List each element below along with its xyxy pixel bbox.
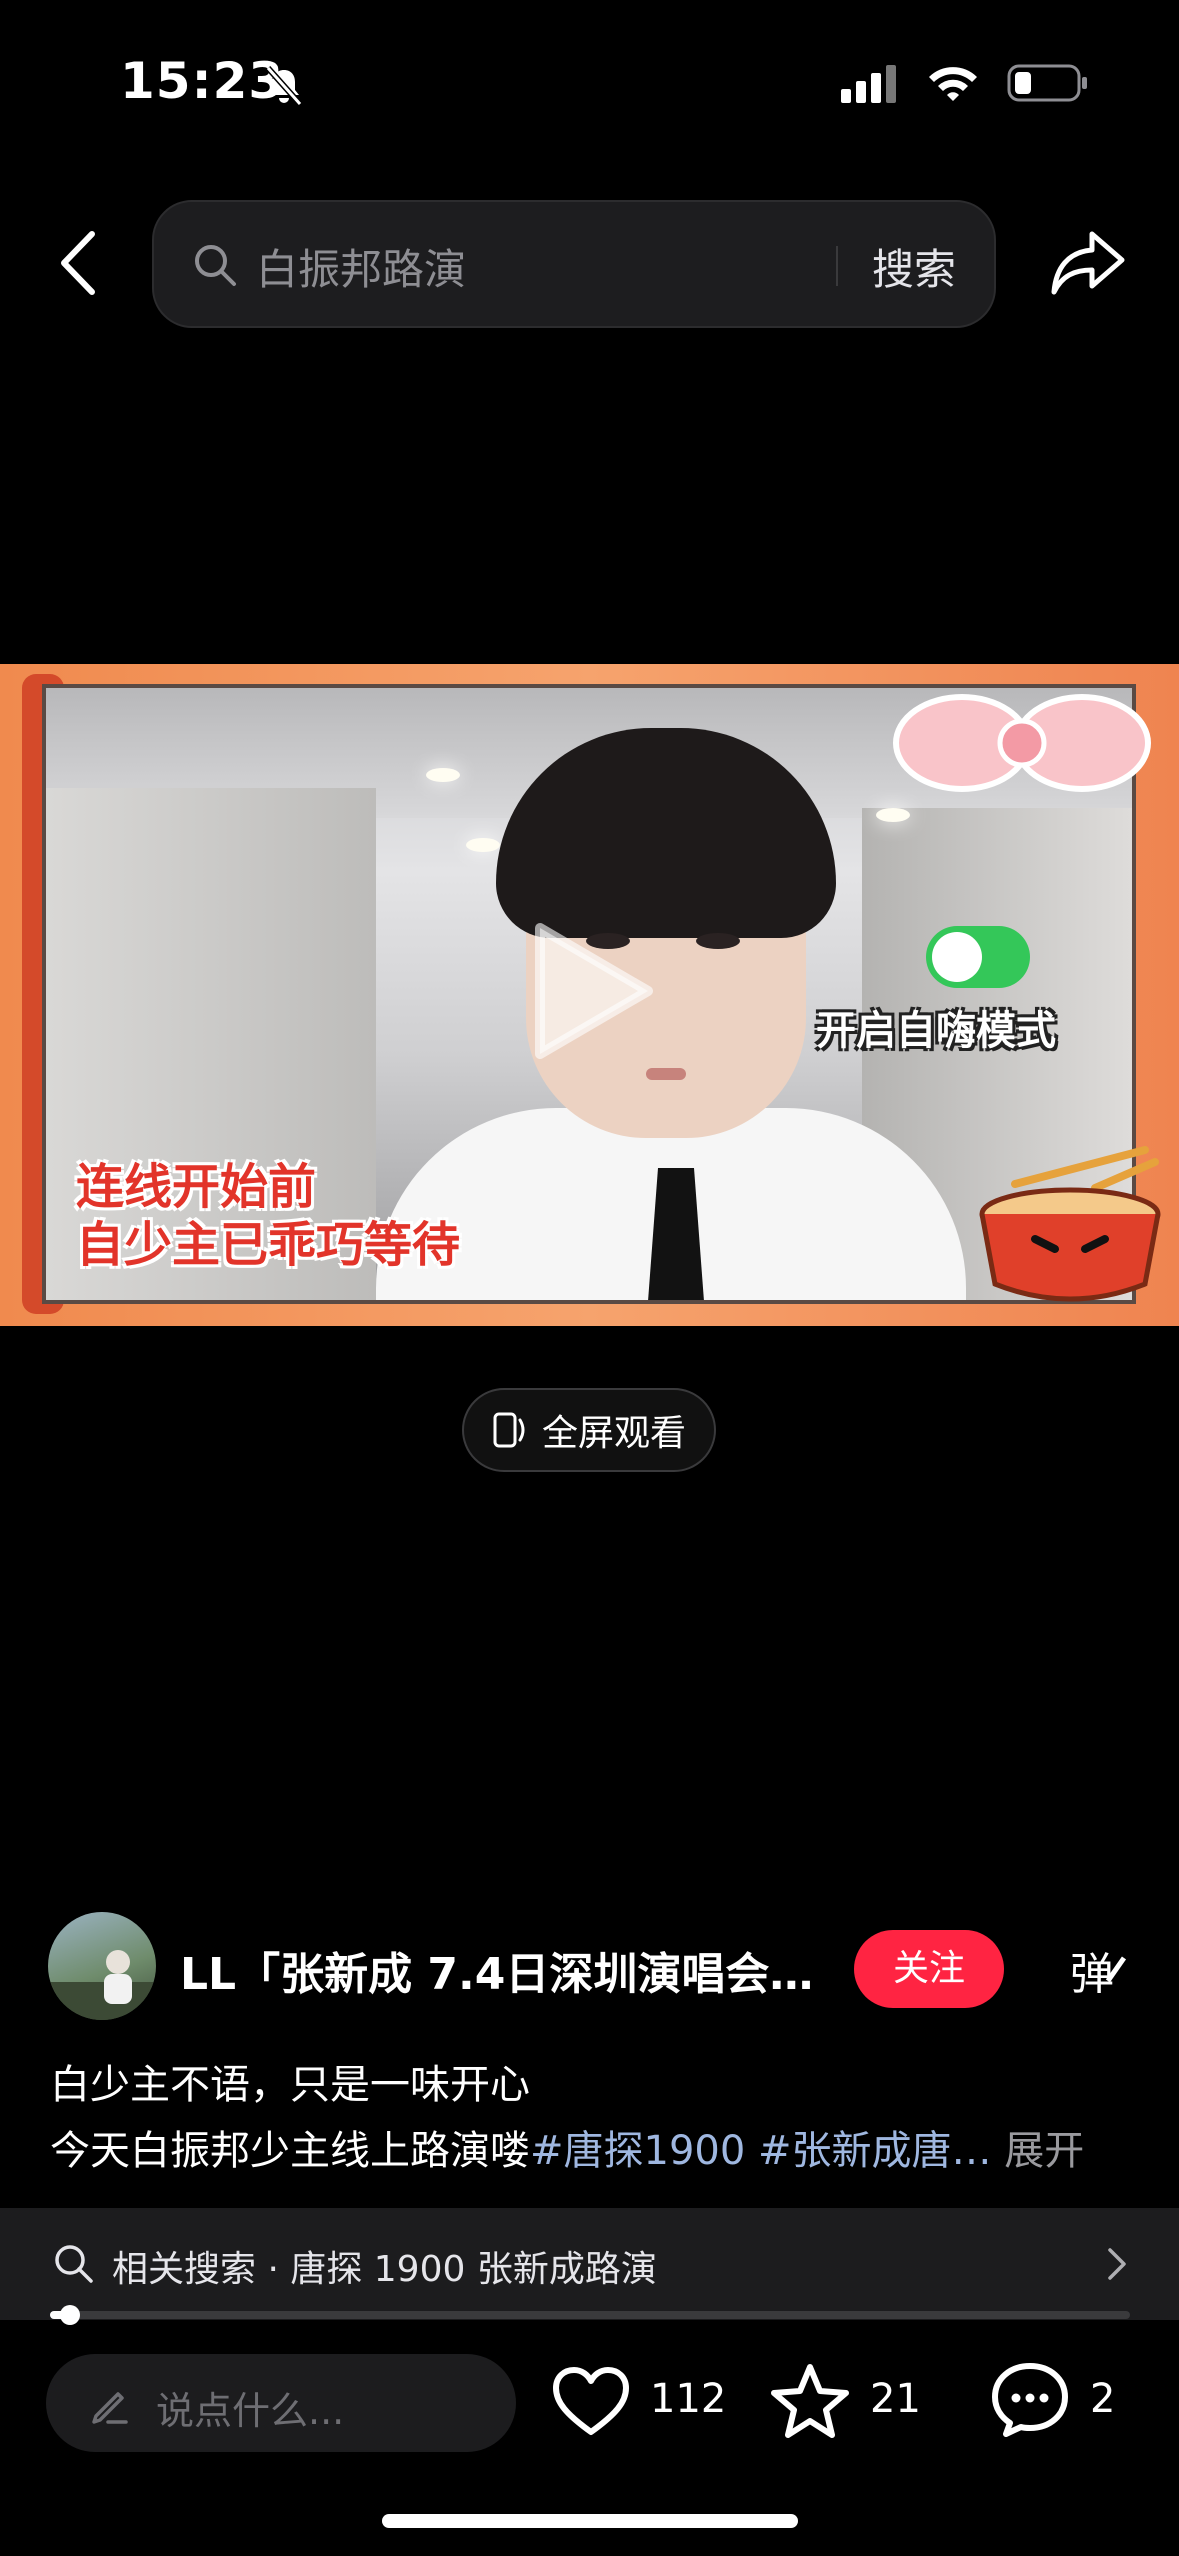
search-icon (55, 2245, 93, 2283)
person-eye (696, 933, 740, 949)
hashtag-link[interactable]: #唐探1900 #张新成唐… (530, 2128, 992, 2174)
share-icon[interactable] (1050, 228, 1126, 298)
expand-link[interactable]: 展开 (1004, 2128, 1084, 2174)
related-search-bar[interactable]: 相关搜索 · 唐探 1900 张新成路演 (0, 2208, 1179, 2320)
related-search-label: 相关搜索 · 唐探 1900 张新成路演 (112, 2249, 657, 2290)
status-indicators (841, 62, 1089, 104)
collect-count: 21 (870, 2376, 921, 2422)
drum-sticker (979, 1146, 1161, 1302)
comment-placeholder: 说点什么... (156, 2389, 345, 2433)
search-icon (195, 245, 236, 286)
search-divider (836, 246, 838, 286)
video-caption-line: 连线开始前 (76, 1159, 317, 1215)
person-mouth (646, 1068, 686, 1080)
toggle-sticker (926, 926, 1030, 988)
toggle-knob (932, 932, 982, 982)
search-button[interactable]: 搜索 (872, 236, 956, 297)
video-player[interactable]: 连线开始前 自少主已乖巧等待 开启自嗨模式 (0, 664, 1179, 1326)
fullscreen-label: 全屏观看 (541, 1413, 686, 1454)
cellular-signal-icon (841, 65, 896, 103)
video-caption-right: 开启自嗨模式 (816, 1008, 1056, 1054)
pink-bow-sticker (893, 694, 1151, 792)
danmu-toggle[interactable]: 弹 (1070, 1938, 1114, 2002)
search-input[interactable]: 白振邦路演 (256, 236, 466, 297)
play-icon[interactable] (520, 916, 660, 1066)
star-icon[interactable] (770, 2362, 850, 2438)
video-caption-line: 自少主已乖巧等待 (76, 1217, 461, 1273)
home-indicator[interactable] (382, 2514, 798, 2528)
pencil-icon (92, 2392, 128, 2424)
fullscreen-button[interactable]: 全屏观看 (462, 1388, 716, 1472)
like-count: 112 (650, 2376, 727, 2422)
back-chevron-icon[interactable] (52, 228, 108, 298)
avatar[interactable] (48, 1912, 156, 2020)
chevron-right-icon (1108, 2248, 1126, 2280)
comment-input[interactable]: 说点什么... (46, 2354, 516, 2452)
video-progress-handle[interactable] (60, 2305, 80, 2325)
ceiling-light (876, 808, 910, 822)
avatar-image (48, 1950, 156, 2020)
video-caption-left: 连线开始前 自少主已乖巧等待 (76, 1158, 460, 1274)
rotate-fullscreen-icon (493, 1412, 525, 1448)
follow-button[interactable]: 关注 (854, 1930, 1004, 2008)
heart-icon[interactable] (552, 2366, 630, 2438)
author-name[interactable]: LL「张新成 7.4日深圳演唱会… (180, 1938, 820, 2002)
description-text: 今天白振邦少主线上路演喽 (50, 2128, 530, 2174)
ceiling-light (426, 768, 460, 782)
description-line: 白少主不语，只是一味开心 (50, 2062, 530, 2108)
comment-count: 2 (1090, 2376, 1116, 2422)
description-line: 今天白振邦少主线上路演喽#唐探1900 #张新成唐… 展开 (50, 2118, 1084, 2176)
search-bar[interactable]: 白振邦路演 搜索 (152, 200, 996, 328)
battery-icon (1007, 64, 1087, 102)
wifi-icon (929, 67, 977, 101)
comment-bubble-icon[interactable] (990, 2362, 1070, 2438)
video-progress-track[interactable] (50, 2311, 1130, 2319)
status-time: 15:23 (120, 52, 285, 110)
ceiling-light (466, 838, 500, 852)
mute-bell-icon (265, 66, 303, 106)
